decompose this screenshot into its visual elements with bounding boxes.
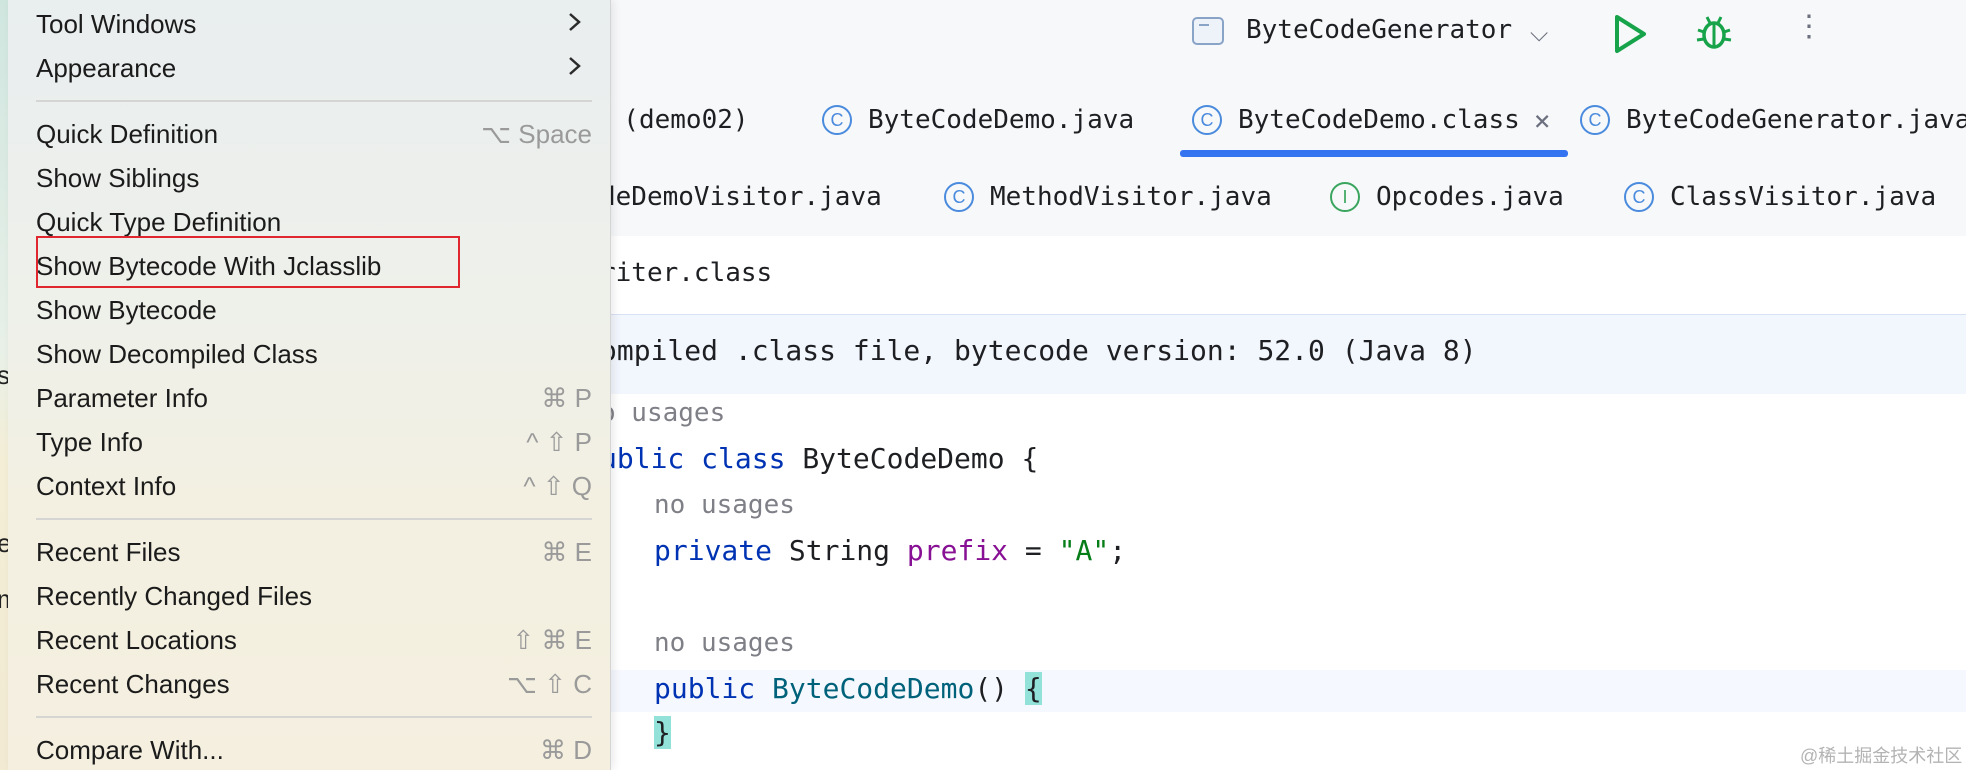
chevron-down-icon[interactable]: ⌵ — [1530, 20, 1548, 48]
menu-item-label: Recent Changes — [36, 668, 230, 699]
parens: () — [974, 672, 1009, 705]
active-tab-indicator — [1180, 150, 1568, 157]
string-literal: "A" — [1058, 534, 1110, 567]
chevron-right-icon — [569, 57, 581, 75]
menu-item-label: Compare With... — [36, 734, 224, 765]
menu-item-recent-locations[interactable]: Recent Locations ⇧ ⌘ E — [36, 620, 592, 660]
menu-item-shortcut: ⌥ Space — [481, 118, 592, 149]
operator: = — [1024, 534, 1042, 567]
usages-hint[interactable]: o usages — [600, 398, 725, 428]
menu-separator — [36, 518, 592, 520]
menu-item-label: Show Decompiled Class — [36, 338, 318, 369]
type-name: String — [788, 534, 891, 567]
menu-item-shortcut: ^ ⇧ Q — [523, 470, 592, 501]
code-line-class-decl: ublic class ByteCodeDemo { — [600, 442, 1038, 475]
menu-item-shortcut: ⌘ E — [541, 536, 592, 567]
menu-item-quick-definition[interactable]: Quick Definition ⌥ Space — [36, 114, 592, 154]
run-configuration-icon[interactable] — [1192, 17, 1224, 45]
menu-item-label: Tool Windows — [36, 8, 197, 39]
menu-item-label: Type Info — [36, 426, 143, 457]
menu-item-type-info[interactable]: Type Info ^ ⇧ P — [36, 422, 592, 462]
tab-demovisitor-java[interactable]: deDemoVisitor.java — [600, 177, 882, 217]
matched-brace: } — [654, 716, 671, 749]
menu-item-parameter-info[interactable]: Parameter Info ⌘ P — [36, 378, 592, 418]
matched-brace: { — [1024, 672, 1042, 705]
usages-hint[interactable]: no usages — [654, 490, 795, 520]
debug-bug-icon[interactable] — [1694, 12, 1734, 57]
code-line-constructor: public ByteCodeDemo() { — [654, 672, 1042, 705]
code-line-field: private String prefix = "A"; — [654, 534, 1126, 567]
menu-item-label: Show Siblings — [36, 162, 200, 193]
more-options-icon[interactable]: ⋮ — [1794, 12, 1824, 42]
breadcrumb[interactable]: riter.class — [600, 258, 772, 288]
menu-item-shortcut: ⌘ P — [541, 382, 592, 413]
tab-opcodes-java[interactable]: I Opcodes.java — [1330, 177, 1564, 217]
semicolon: ; — [1109, 534, 1127, 567]
code-line-close: } — [654, 716, 671, 749]
class-icon: C — [1192, 105, 1222, 135]
tab-label: ByteCodeDemo.java — [868, 105, 1135, 135]
tab-label: Opcodes.java — [1376, 182, 1564, 212]
class-icon: C — [822, 105, 852, 135]
breadcrumb-bar — [610, 236, 1966, 314]
close-icon[interactable]: × — [1534, 104, 1551, 137]
keyword: ublic — [600, 442, 685, 475]
menu-item-label: Quick Type Definition — [36, 206, 282, 237]
class-icon: C — [1624, 182, 1654, 212]
tab-label: MethodVisitor.java — [990, 182, 1272, 212]
field-name: prefix — [906, 534, 1009, 567]
annotation-highlight-box — [36, 236, 460, 288]
menu-item-shortcut: ⌥ ⇧ C — [507, 668, 592, 699]
menu-item-appearance[interactable]: Appearance — [36, 48, 592, 88]
menu-item-label: Recent Files — [36, 536, 181, 567]
menu-item-shortcut: ^ ⇧ P — [526, 426, 592, 457]
menu-item-label: Parameter Info — [36, 382, 208, 413]
tab-label: ClassVisitor.java — [1670, 182, 1937, 212]
watermark: @稀土掘金技术社区 — [1800, 746, 1963, 766]
tab-bytecodedemo-java[interactable]: C ByteCodeDemo.java — [822, 100, 1134, 140]
view-context-menu: Tool Windows Appearance Quick Definition… — [8, 0, 611, 770]
menu-item-label: Recently Changed Files — [36, 580, 313, 611]
tab-label: ByteCodeDemo.class — [1238, 105, 1520, 135]
tab-bytecodegenerator-java[interactable]: C ByteCodeGenerator.java — [1580, 100, 1966, 140]
usages-hint[interactable]: no usages — [654, 628, 795, 658]
menu-item-context-info[interactable]: Context Info ^ ⇧ Q — [36, 466, 592, 506]
tab-label: ByteCodeGenerator.java — [1626, 105, 1966, 135]
keyword: private — [654, 534, 773, 567]
tab-methodvisitor-java[interactable]: C MethodVisitor.java — [944, 177, 1272, 217]
menu-separator — [36, 716, 592, 718]
menu-item-shortcut: ⇧ ⌘ E — [512, 624, 592, 655]
tab-bytecodedemo-class[interactable]: C ByteCodeDemo.class × — [1192, 100, 1551, 140]
keyword: public — [654, 672, 756, 705]
menu-item-recent-changes[interactable]: Recent Changes ⌥ ⇧ C — [36, 664, 592, 704]
menu-item-label: Recent Locations — [36, 624, 237, 655]
menu-item-compare-with[interactable]: Compare With... ⌘ D — [36, 730, 592, 770]
decompiled-notice-text: ompiled .class file, bytecode version: 5… — [600, 334, 1477, 367]
menu-item-show-bytecode[interactable]: Show Bytecode — [36, 290, 592, 330]
menu-item-recently-changed-files[interactable]: Recently Changed Files — [36, 576, 592, 616]
class-icon: C — [1580, 105, 1610, 135]
chevron-right-icon — [569, 13, 581, 31]
menu-separator — [36, 100, 592, 102]
run-configuration-label[interactable]: ByteCodeGenerator — [1246, 15, 1512, 45]
tab-demo02[interactable]: l (demo02) — [592, 100, 749, 140]
menu-item-show-siblings[interactable]: Show Siblings — [36, 158, 592, 198]
menu-item-label: Appearance — [36, 52, 177, 83]
tab-label: deDemoVisitor.java — [600, 182, 882, 212]
interface-icon: I — [1330, 182, 1360, 212]
menu-item-label: Quick Definition — [36, 118, 219, 149]
tab-label: l (demo02) — [592, 105, 749, 135]
menu-item-tool-windows[interactable]: Tool Windows — [36, 4, 592, 44]
menu-item-show-decompiled-class[interactable]: Show Decompiled Class — [36, 334, 592, 374]
menu-item-shortcut: ⌘ D — [540, 734, 592, 765]
tab-classvisitor-java[interactable]: C ClassVisitor.java — [1624, 177, 1936, 217]
menu-item-recent-files[interactable]: Recent Files ⌘ E — [36, 532, 592, 572]
menu-item-label: Context Info — [36, 470, 177, 501]
keyword: class — [701, 442, 786, 475]
run-icon[interactable] — [1612, 14, 1648, 59]
class-icon: C — [944, 182, 974, 212]
class-name: ByteCodeDemo { — [802, 442, 1039, 475]
menu-item-label: Show Bytecode — [36, 294, 217, 325]
method-name: ByteCodeDemo — [772, 672, 975, 705]
